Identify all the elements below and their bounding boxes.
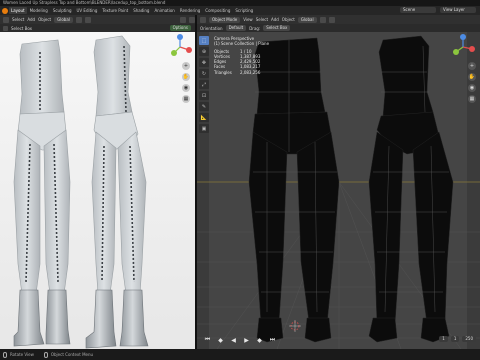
frame-end-field[interactable]: 250 [462, 336, 476, 342]
next-keyframe-icon[interactable]: ◆ [256, 337, 263, 344]
jump-start-icon[interactable]: ⏮ [204, 336, 211, 344]
playback-controls: ⏮ ◆ ◀ ▶ ◆ ⏭ [0, 331, 480, 349]
left-viewport-header: Select Add Object Global [0, 15, 195, 24]
mouse-icon [3, 351, 7, 358]
snap-icon[interactable] [319, 16, 326, 23]
navigation-gizmo-icon[interactable] [165, 32, 195, 62]
tab-uv-editing[interactable]: UV Editing [75, 7, 100, 14]
camera-view-icon[interactable]: ◉ [468, 84, 476, 92]
navigation-gizmo-icon[interactable] [448, 32, 478, 62]
pan-hand-icon[interactable]: ✋ [468, 73, 476, 81]
select-box-icon [3, 25, 8, 31]
annotate-tool-icon[interactable]: ✎ [199, 102, 209, 111]
move-tool-icon[interactable]: ✥ [199, 58, 209, 67]
collection-name: (1) Scene Collection | Plane [214, 41, 270, 47]
left-select-box-label[interactable]: Select Box [11, 26, 32, 31]
proportional-edit-icon[interactable] [328, 16, 335, 23]
tab-rendering[interactable]: Rendering [178, 7, 202, 14]
wireframe-preview [197, 32, 480, 349]
view-menu[interactable]: View [243, 17, 253, 22]
measure-tool-icon[interactable]: 📐 [199, 113, 209, 122]
render-preview [0, 32, 195, 349]
proportional-edit-icon[interactable] [84, 16, 91, 23]
left-tool-header: Select Box Options [0, 24, 195, 32]
select-menu[interactable]: Select [256, 17, 268, 22]
editor-type-icon[interactable] [3, 16, 9, 23]
add-menu[interactable]: Add [271, 17, 279, 22]
drag-dropdown[interactable]: Select Box [263, 25, 291, 31]
current-frame-field[interactable]: 1 [439, 336, 448, 342]
frame-start-field[interactable]: 1 [450, 336, 460, 342]
tab-modeling[interactable]: Modeling [28, 7, 50, 14]
tab-compositing[interactable]: Compositing [203, 7, 232, 14]
right-navigation-controls: + ✋ ◉ ▦ [468, 62, 476, 103]
zoom-icon[interactable]: + [468, 62, 476, 70]
camera-view-icon[interactable]: ◉ [182, 84, 190, 92]
scene-field[interactable]: Scene [400, 7, 436, 13]
mouse-icon [43, 351, 48, 358]
view-layer-field[interactable]: View Layer [440, 7, 476, 13]
left-select-menu[interactable]: Select [12, 17, 24, 22]
left-transform-dropdown[interactable]: Global [54, 16, 73, 23]
scale-tool-icon[interactable]: ⤢ [199, 80, 209, 89]
grid-icon[interactable]: ▦ [182, 95, 190, 103]
grid-icon[interactable]: ▦ [468, 95, 476, 103]
play-icon[interactable]: ▶ [243, 337, 250, 344]
frame-range: 1 1 250 [439, 336, 476, 342]
prev-keyframe-icon[interactable]: ◆ [217, 337, 224, 344]
transform-orientation-dropdown[interactable]: Global [297, 16, 317, 23]
editor-type-icon[interactable] [200, 16, 206, 23]
orientation-label: Orientation [200, 25, 223, 31]
object-menu[interactable]: Object [282, 17, 295, 22]
left-navigation-controls: + ✋ ◉ ▦ [182, 62, 190, 103]
right-viewport-header: Object Mode View Select Add Object Globa… [197, 15, 480, 24]
add-cube-tool-icon[interactable]: ▣ [199, 124, 209, 133]
orientation-dropdown[interactable]: Default [225, 25, 247, 31]
tab-animation[interactable]: Animation [152, 7, 176, 14]
drag-label: Drag: [249, 25, 261, 31]
rotate-tool-icon[interactable]: ↻ [199, 69, 209, 78]
select-tool-icon[interactable]: ⬚ [199, 36, 209, 45]
tool-shelf: ⬚ ⊕ ✥ ↻ ⤢ ⊡ ✎ 📐 ▣ [199, 36, 209, 133]
zoom-icon[interactable]: + [182, 62, 190, 70]
viewport-shading-icon[interactable] [180, 16, 186, 23]
tab-layout[interactable]: Layout [9, 7, 27, 14]
play-reverse-icon[interactable]: ◀ [230, 337, 237, 344]
pan-hand-icon[interactable]: ✋ [182, 73, 190, 81]
snap-icon[interactable] [75, 16, 82, 23]
mode-dropdown[interactable]: Object Mode [209, 16, 241, 23]
cursor-tool-icon[interactable]: ⊕ [199, 47, 209, 56]
viewport-statistics: Camera Perspective (1) Scene Collection … [214, 36, 269, 75]
tab-texture-paint[interactable]: Texture Paint [100, 7, 130, 14]
tab-shading[interactable]: Shading [131, 7, 151, 14]
left-add-menu[interactable]: Add [27, 17, 35, 22]
left-object-menu[interactable]: Object [38, 17, 51, 22]
status-context-menu: Object Context Menu [43, 351, 93, 358]
transform-tool-icon[interactable]: ⊡ [199, 91, 209, 100]
status-bar: Rotate View Object Context Menu [0, 349, 480, 360]
right-tool-header: Orientation Default Drag: Select Box [197, 24, 480, 32]
tab-sculpting[interactable]: Sculpting [51, 7, 74, 14]
scene-selectors: Scene View Layer [400, 7, 476, 13]
tab-scripting[interactable]: Scripting [233, 7, 255, 14]
blender-logo-icon[interactable] [2, 7, 8, 14]
left-options-button[interactable]: Options [169, 25, 191, 31]
status-rotate-view: Rotate View [3, 351, 34, 358]
stat-row: Triangles 2,083,256 [214, 69, 261, 75]
jump-end-icon[interactable]: ⏭ [269, 336, 276, 344]
